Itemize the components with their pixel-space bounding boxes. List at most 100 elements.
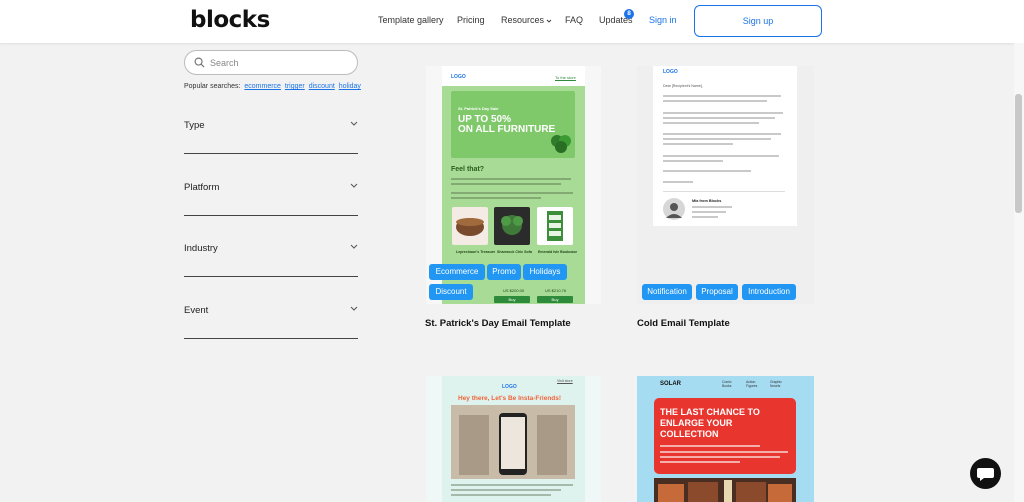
phone-icon <box>451 405 575 479</box>
filter-event-label: Event <box>184 305 209 316</box>
text-line <box>663 112 783 114</box>
text-line <box>451 192 573 194</box>
store-photo <box>451 405 575 479</box>
tag-ecommerce[interactable]: Ecommerce <box>429 264 485 280</box>
product-price: US $210.76 <box>545 288 567 293</box>
bookcase-icon <box>547 211 563 241</box>
library-photo <box>654 478 796 502</box>
text-line <box>660 461 740 463</box>
top-header: blocks Template gallery Pricing Resource… <box>0 0 1024 43</box>
text-line <box>663 122 759 124</box>
popular-tag-ecommerce[interactable]: ecommerce <box>244 83 281 90</box>
search-icon <box>194 57 205 68</box>
product-image <box>494 207 530 245</box>
clover-icon <box>551 135 571 153</box>
preview-store-link: Visit store <box>557 379 573 383</box>
preview-logo: LOGO <box>451 74 466 80</box>
product-image <box>537 207 573 245</box>
tag-introduction[interactable]: Introduction <box>742 284 796 300</box>
popular-tag-trigger[interactable]: trigger <box>285 83 305 90</box>
preview-greeting: Dear [Recipient's Name], <box>663 84 703 88</box>
buy-label: Buy <box>551 297 559 302</box>
divider <box>663 191 785 192</box>
template-title[interactable]: St. Patrick's Day Email Template <box>425 318 571 329</box>
text-line <box>451 178 571 180</box>
product-name: Emerald Isle Bookcase <box>538 250 578 254</box>
tag-notification[interactable]: Notification <box>642 284 692 300</box>
filter-platform[interactable]: Platform <box>184 180 358 216</box>
popular-searches-label: Popular searches: <box>184 83 241 90</box>
blocks-logo[interactable]: blocks <box>190 7 270 33</box>
avatar <box>663 198 685 220</box>
buy-label: Buy <box>508 297 516 302</box>
filter-platform-label: Platform <box>184 182 220 193</box>
nav-template-gallery[interactable]: Template gallery <box>378 15 444 25</box>
preview-logo: SOLAR <box>660 381 681 387</box>
text-line <box>663 160 723 162</box>
product-name: Leprechaun's Treasure <box>456 250 496 254</box>
popular-tag-holiday[interactable]: holiday <box>339 83 361 90</box>
product-price: US $200.00 <box>503 288 525 293</box>
text-line <box>663 100 767 102</box>
tag-promo[interactable]: Promo <box>487 264 521 280</box>
preview-nav-item: Action Figures <box>746 380 758 388</box>
preview-store-link: To the store <box>555 75 576 80</box>
filter-event[interactable]: Event <box>184 303 358 339</box>
nav-resources[interactable]: Resources <box>501 15 552 25</box>
text-line <box>451 197 541 199</box>
text-line <box>660 456 780 458</box>
text-line <box>663 181 693 183</box>
text-line <box>663 155 779 157</box>
chevron-down-icon <box>350 183 358 188</box>
hero-line-2: ON ALL FURNITURE <box>458 124 556 135</box>
tag-discount[interactable]: Discount <box>429 284 473 300</box>
preview-headline-line-3: COLLECTION <box>660 429 719 439</box>
text-line <box>663 170 751 172</box>
sofa-icon <box>501 215 523 235</box>
filter-industry[interactable]: Industry <box>184 241 358 277</box>
preview-logo: LOGO <box>663 69 678 75</box>
preview-logo: LOGO <box>502 384 517 390</box>
buy-button-preview: Buy <box>494 296 530 303</box>
filter-industry-label: Industry <box>184 243 218 254</box>
tag-holidays[interactable]: Holidays <box>523 264 567 280</box>
chevron-down-icon <box>350 121 358 126</box>
preview-headline-line-2: ENLARGE YOUR <box>660 418 733 428</box>
chat-icon <box>977 468 994 481</box>
text-line <box>451 489 561 491</box>
preview-headline: Hey there, Let's Be Insta-Friends! <box>458 395 562 402</box>
bowl-icon <box>456 218 484 236</box>
sign-up-button[interactable]: Sign up <box>694 5 822 37</box>
search-input[interactable] <box>210 55 350 71</box>
preview-nav-item: Comic Books <box>722 380 732 388</box>
text-line <box>663 117 775 119</box>
preview-nav-item: Graphic Novels <box>770 380 782 388</box>
text-line <box>451 183 561 185</box>
text-line <box>660 445 760 447</box>
updates-count-badge: 8 <box>624 9 634 19</box>
filter-type-label: Type <box>184 120 205 131</box>
nav-faq[interactable]: FAQ <box>565 15 583 25</box>
sender-name: Mia from Blocks <box>692 199 722 203</box>
text-line <box>663 133 781 135</box>
template-title[interactable]: Cold Email Template <box>637 318 730 329</box>
chevron-down-icon <box>350 306 358 311</box>
text-line <box>663 138 771 140</box>
tag-proposal[interactable]: Proposal <box>696 284 738 300</box>
filter-type[interactable]: Type <box>184 118 358 154</box>
sign-in-link[interactable]: Sign in <box>649 15 677 25</box>
product-image <box>452 207 488 245</box>
chat-button[interactable] <box>970 458 1001 489</box>
popular-searches: Popular searches: ecommerce trigger disc… <box>184 83 361 90</box>
text-line <box>692 216 718 218</box>
scrollbar-thumb[interactable] <box>1015 94 1022 213</box>
product-name: Shamrock Chic Sofa <box>497 250 532 254</box>
text-line <box>692 211 726 213</box>
nav-pricing[interactable]: Pricing <box>457 15 485 25</box>
text-line <box>660 451 788 453</box>
text-line <box>692 206 732 208</box>
chevron-down-icon <box>546 19 552 23</box>
popular-tag-discount[interactable]: discount <box>309 83 335 90</box>
bookshelf-icon <box>654 478 796 502</box>
preview-heading: Feel that? <box>451 166 485 173</box>
